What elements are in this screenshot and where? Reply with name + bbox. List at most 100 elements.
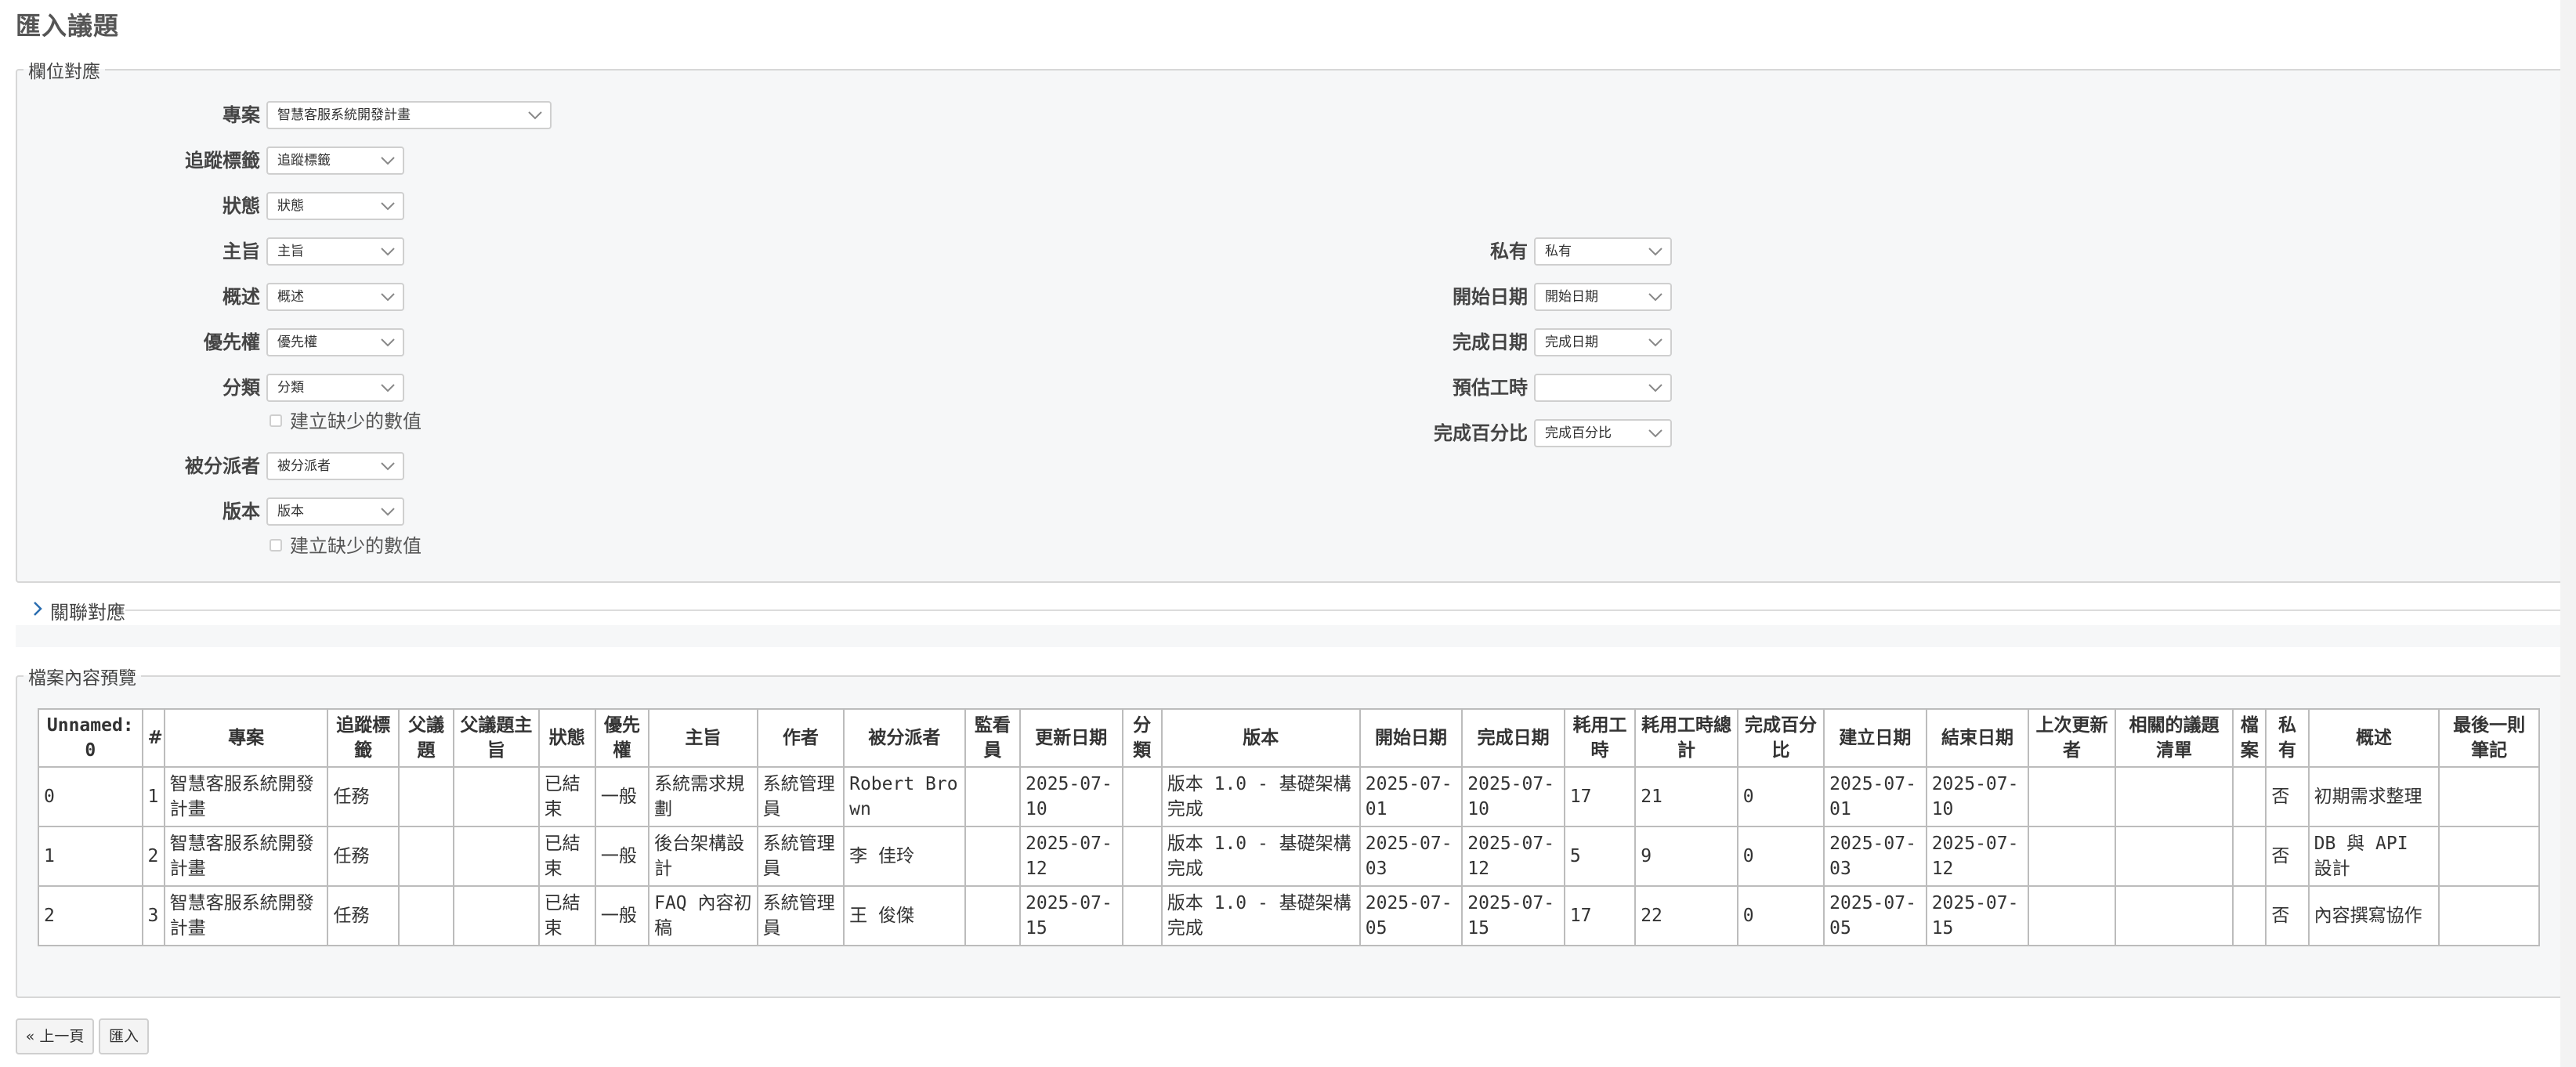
preview-table: Unnamed: 0 # 專案 追蹤標籤 父議題 父議題主旨 狀態 優先權 主旨 作者 被分派者 監看… (38, 708, 2540, 946)
table-row: 2 3 智慧客服系統開發計畫 任務 已結束 一般 FAQ 內容初稿 系統管理員王 俊傑 2025… (38, 885, 2540, 946)
table-cell: 否 (2265, 826, 2310, 887)
table-cell: 2025-07-03 (1359, 826, 1463, 887)
table-cell: 9 (1634, 826, 1738, 887)
table-cell: 王 俊傑 (843, 885, 966, 946)
table-cell (397, 766, 455, 827)
table-cell: 一般 (594, 766, 650, 827)
table-cell: DB 與 API 設計 (2307, 826, 2440, 887)
left-field-label: 追蹤標籤 (185, 150, 260, 172)
right-field-select[interactable]: 私有 (1534, 237, 1672, 266)
table-cell: 17 (1563, 766, 1637, 827)
right-field-row: 私有 私有 (0, 237, 2576, 266)
chevron-down-icon (381, 202, 395, 211)
create-missing-category-checkbox[interactable] (270, 414, 282, 427)
import-button[interactable]: 匯入 (99, 1018, 149, 1054)
select-value: 被分派者 (277, 458, 331, 474)
right-field-select[interactable]: 完成日期 (1534, 328, 1672, 356)
table-cell (964, 826, 1022, 887)
table-cell: 任務 (327, 885, 400, 946)
select-value: 完成日期 (1545, 335, 1598, 350)
right-field-select[interactable] (1534, 374, 1672, 402)
table-cell: 22 (1634, 885, 1738, 946)
table-cell (2028, 885, 2116, 946)
right-field-row: 完成日期 完成日期 (0, 327, 2576, 357)
table-cell (1121, 826, 1163, 887)
table-cell: 已結束 (537, 826, 596, 887)
right-field-label: 預估工時 (1453, 377, 1528, 399)
table-cell (2438, 766, 2540, 827)
table-cell (453, 766, 540, 827)
create-missing-version[interactable]: 建立缺少的數值 (270, 534, 421, 558)
right-field-select[interactable]: 開始日期 (1534, 283, 1672, 311)
table-cell: 已結束 (537, 766, 596, 827)
select-value: 完成百分比 (1545, 425, 1612, 441)
table-cell (2028, 826, 2116, 887)
left-field-row: 被分派者 被分派者 (0, 451, 2576, 481)
column-header: 結束日期 (1925, 708, 2030, 768)
right-field-label: 開始日期 (1453, 286, 1528, 308)
left-field-select[interactable]: 版本 (266, 497, 404, 526)
table-cell: 版本 1.0 - 基礎架構完成 (1160, 826, 1361, 887)
relations-strip (16, 625, 2562, 647)
table-cell: 0 (1736, 826, 1825, 887)
table-cell: 系統管理員 (756, 885, 845, 946)
column-header: 概述 (2307, 708, 2440, 768)
column-header: 建立日期 (1823, 708, 1927, 768)
table-row: 0 1 智慧客服系統開發計畫 任務 已結束 一般 系統需求規劃 系統管理員 Robert Bro… (38, 766, 2540, 827)
column-header: 檔案 (2232, 708, 2267, 768)
column-header: 上次更新者 (2028, 708, 2116, 768)
table-cell: 2025-07-15 (1019, 885, 1123, 946)
create-missing-category[interactable]: 建立缺少的數值 (270, 410, 421, 433)
table-cell: 一般 (594, 885, 650, 946)
left-field-select[interactable]: 狀態 (266, 192, 404, 220)
table-cell: 2025-07-01 (1359, 766, 1463, 827)
relations-label: 關聯對應 (50, 602, 125, 624)
table-cell (453, 885, 540, 946)
table-cell: 2025-07-01 (1823, 766, 1927, 827)
right-field-select[interactable]: 完成百分比 (1534, 419, 1672, 447)
table-cell (964, 766, 1022, 827)
table-cell: 3 (141, 885, 165, 946)
select-value: 狀態 (277, 198, 304, 214)
table-cell: 版本 1.0 - 基礎架構完成 (1160, 766, 1361, 827)
left-field-select[interactable]: 被分派者 (266, 452, 404, 480)
previous-button[interactable]: « 上一頁 (16, 1018, 94, 1054)
select-value: 追蹤標籤 (277, 153, 331, 168)
preview-header-row: Unnamed: 0 # 專案 追蹤標籤 父議題 父議題主旨 狀態 優先權 主旨 作者 被分派者 監看… (38, 708, 2540, 768)
column-header: 狀態 (537, 708, 596, 768)
relations-toggle[interactable]: 關聯對應 (16, 592, 2562, 625)
column-header: 私有 (2265, 708, 2310, 768)
table-cell: 系統管理員 (756, 826, 845, 887)
table-cell: 1 (141, 766, 165, 827)
table-cell (2114, 885, 2234, 946)
column-header: 監看員 (964, 708, 1022, 768)
column-header: 最後一則筆記 (2438, 708, 2540, 768)
table-cell (2114, 766, 2234, 827)
right-field-row: 開始日期 開始日期 (0, 282, 2576, 312)
page-title: 匯入議題 (16, 11, 120, 41)
table-cell: 任務 (327, 826, 400, 887)
table-cell: 2 (141, 826, 165, 887)
table-cell: 2025-07-03 (1823, 826, 1927, 887)
field-mapping-legend: 欄位對應 (28, 62, 100, 82)
chevron-down-icon (1648, 248, 1662, 256)
chevron-down-icon (1648, 338, 1662, 347)
right-field-label: 私有 (1490, 241, 1528, 262)
table-row: 1 2 智慧客服系統開發計畫 任務 已結束 一般 後台架構設計 系統管理員李 佳玲 2025-0… (38, 826, 2540, 887)
page-scrollbar[interactable] (2560, 0, 2576, 1067)
create-missing-category-label: 建立缺少的數值 (290, 411, 421, 432)
table-cell: 0 (1736, 766, 1825, 827)
table-cell: 任務 (327, 766, 400, 827)
table-cell: 2025-07-12 (1925, 826, 2030, 887)
table-cell: 後台架構設計 (648, 826, 758, 887)
table-cell (1121, 766, 1163, 827)
left-field-select[interactable]: 追蹤標籤 (266, 146, 404, 175)
left-field-label: 專案 (223, 104, 260, 126)
create-missing-version-checkbox[interactable] (270, 539, 282, 552)
column-header: 專案 (163, 708, 329, 768)
table-cell: 2025-07-05 (1359, 885, 1463, 946)
table-cell: 否 (2265, 885, 2310, 946)
left-field-row: 版本 版本 (0, 497, 2576, 526)
table-cell: 1 (38, 826, 143, 887)
left-field-select[interactable]: 智慧客服系統開發計畫 (266, 101, 552, 129)
